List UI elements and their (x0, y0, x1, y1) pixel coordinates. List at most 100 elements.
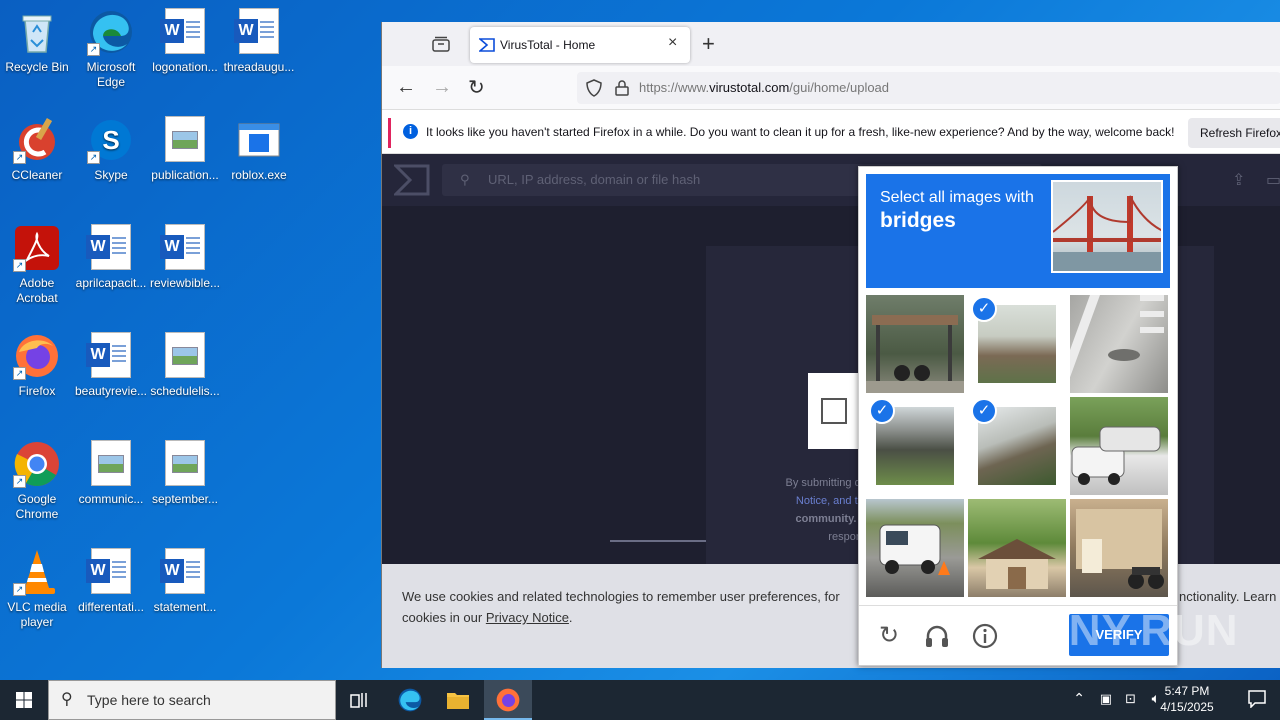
desktop-icon-word-doc[interactable]: W beautyrevie... (74, 332, 148, 399)
virustotal-favicon-icon (477, 38, 495, 55)
show-hidden-icons-icon[interactable]: ⌃ (1073, 690, 1085, 707)
desktop-icon-image-file[interactable]: schedulelis... (148, 332, 222, 399)
ccleaner-icon: ↗ (13, 116, 61, 164)
recaptcha-checkbox[interactable] (821, 398, 847, 424)
desktop-icon-label: Adobe Acrobat (16, 276, 58, 305)
chat-icon[interactable]: ▭ (1266, 170, 1280, 190)
desktop-icon-word-doc[interactable]: W differentati... (74, 548, 148, 615)
captcha-tile[interactable] (968, 499, 1066, 597)
desktop-icon-firefox[interactable]: ↗ Firefox (0, 332, 74, 399)
refresh-firefox-notice: i It looks like you haven't started Fire… (382, 110, 1280, 154)
tab-virustotal[interactable]: VirusTotal - Home × (470, 27, 690, 63)
url-domain: virustotal.com (709, 80, 790, 95)
tab-bar: VirusTotal - Home × + (382, 22, 1280, 66)
desktop-icon-label: VLC media player (7, 600, 67, 629)
refresh-icon[interactable]: ↻ (875, 622, 903, 650)
url-prefix: https://www. (639, 80, 710, 95)
desktop-icon-label: Google Chrome (15, 492, 59, 521)
word-document-icon: W (86, 548, 135, 596)
search-icon: ⚲ (61, 691, 73, 708)
desktop-icon-word-doc[interactable]: W reviewbible... (148, 224, 222, 291)
desktop-icon-roblox-exe[interactable]: roblox.exe (222, 116, 296, 183)
desktop-icon-label: publication... (151, 168, 219, 182)
close-tab-icon[interactable]: × (668, 34, 677, 52)
executable-icon (235, 116, 283, 164)
desktop-icon-image-file[interactable]: publication... (148, 116, 222, 183)
navigation-bar: ← → ↻ https://www.virustotal.com/gui/hom… (382, 66, 1280, 110)
shortcut-arrow-icon: ↗ (13, 367, 26, 380)
desktop-icon-image-file[interactable]: september... (148, 440, 222, 507)
new-tab-icon[interactable]: + (702, 31, 715, 57)
windows-start-icon[interactable] (0, 680, 48, 720)
reload-icon[interactable]: ↻ (468, 75, 485, 100)
search-icon: ⚲ (460, 172, 470, 187)
desktop-icon-recycle-bin[interactable]: Recycle Bin (0, 8, 74, 75)
ethernet-icon[interactable]: ⊡ (1125, 691, 1136, 707)
desktop-icon-word-doc[interactable]: W aprilcapacit... (74, 224, 148, 291)
info-icon: i (403, 124, 418, 139)
desktop-icon-ccleaner[interactable]: ↗ CCleaner (0, 116, 74, 183)
desktop-icon-label: beautyrevie... (74, 384, 148, 398)
desktop-icon-label: Recycle Bin (5, 60, 69, 74)
captcha-header: Select all images with bridges (866, 174, 1170, 288)
desktop-icon-label: differentati... (78, 600, 144, 614)
firefox-taskbar-icon[interactable] (484, 680, 532, 720)
desktop-icon-microsoft-edge[interactable]: ↗ Microsoft Edge (74, 8, 148, 90)
desktop-icon-label: logonation... (152, 60, 218, 74)
back-icon[interactable]: ← (396, 76, 416, 99)
upload-icon[interactable]: ⇪ (1232, 170, 1245, 190)
desktop-icon-word-doc[interactable]: W statement... (148, 548, 222, 615)
tile-selected-check-icon: ✓ (971, 296, 997, 322)
info-icon[interactable] (971, 622, 999, 650)
captcha-tile[interactable] (866, 295, 964, 393)
captcha-tile[interactable] (1070, 295, 1168, 393)
forward-icon[interactable]: → (432, 76, 452, 99)
shortcut-arrow-icon: ↗ (13, 259, 26, 272)
audio-challenge-icon[interactable] (923, 622, 951, 650)
desktop-icon-label: reviewbible... (149, 276, 221, 290)
captcha-tile[interactable] (1070, 499, 1168, 597)
word-document-icon: W (234, 8, 283, 56)
cookie-text: cookies in our (402, 610, 483, 625)
task-view-icon[interactable] (336, 680, 384, 720)
taskbar-search-input[interactable]: ⚲ Type here to search (48, 680, 336, 720)
captcha-challenge: Select all images with bridges ✓ ✓ ✓ ↻ V… (858, 166, 1178, 666)
url-path: /gui/home/upload (789, 80, 890, 95)
desktop-icon-label: Microsoft Edge (86, 60, 136, 89)
edge-icon: ↗ (87, 8, 135, 56)
desktop-icon-image-file[interactable]: communic... (74, 440, 148, 507)
desktop-icon-adobe-acrobat[interactable]: ↗ Adobe Acrobat (0, 224, 74, 306)
notifications-icon[interactable] (1248, 690, 1266, 713)
captcha-tile[interactable] (1070, 397, 1168, 495)
adobe-acrobat-icon: ↗ (13, 224, 61, 272)
skype-icon: S ↗ (87, 116, 135, 164)
url-text[interactable]: https://www.virustotal.com/gui/home/uplo… (639, 80, 889, 95)
network-icon[interactable]: ▣ (1100, 691, 1112, 707)
url-bar[interactable]: https://www.virustotal.com/gui/home/uplo… (577, 72, 1280, 104)
file-explorer-icon[interactable] (434, 680, 482, 720)
desktop-icon-label: threadaugu... (223, 60, 295, 74)
shortcut-arrow-icon: ↗ (13, 475, 26, 488)
virustotal-logo-icon[interactable] (392, 164, 430, 201)
submit-text-line: By submitting data (785, 477, 877, 489)
refresh-firefox-button[interactable]: Refresh Firefox... (1188, 118, 1280, 148)
search-placeholder: URL, IP address, domain or file hash (488, 172, 701, 187)
desktop-icon-label: aprilcapacit... (75, 276, 147, 290)
tab-overview-icon[interactable] (432, 36, 450, 52)
desktop-icon-skype[interactable]: S ↗ Skype (74, 116, 148, 183)
desktop-icon-word-doc[interactable]: W logonation... (148, 8, 222, 75)
recycle-bin-icon (13, 8, 61, 56)
recaptcha-checkbox-panel (808, 373, 860, 449)
cookie-text-end: nctionality. Learn (1179, 589, 1277, 604)
desktop-icon-label: Firefox (18, 384, 56, 398)
word-document-icon: W (160, 224, 209, 272)
captcha-tile[interactable] (866, 499, 964, 597)
shield-icon[interactable] (586, 79, 602, 102)
desktop-icon-google-chrome[interactable]: ↗ Google Chrome (0, 440, 74, 522)
privacy-notice-link[interactable]: Privacy Notice (486, 610, 569, 625)
taskbar-clock[interactable]: 5:47 PM 4/15/2025 (1152, 683, 1222, 715)
edge-taskbar-icon[interactable] (386, 680, 434, 720)
desktop-icon-vlc[interactable]: ↗ VLC media player (0, 548, 74, 630)
lock-icon[interactable] (615, 80, 629, 101)
desktop-icon-word-doc[interactable]: W threadaugu... (222, 8, 296, 75)
